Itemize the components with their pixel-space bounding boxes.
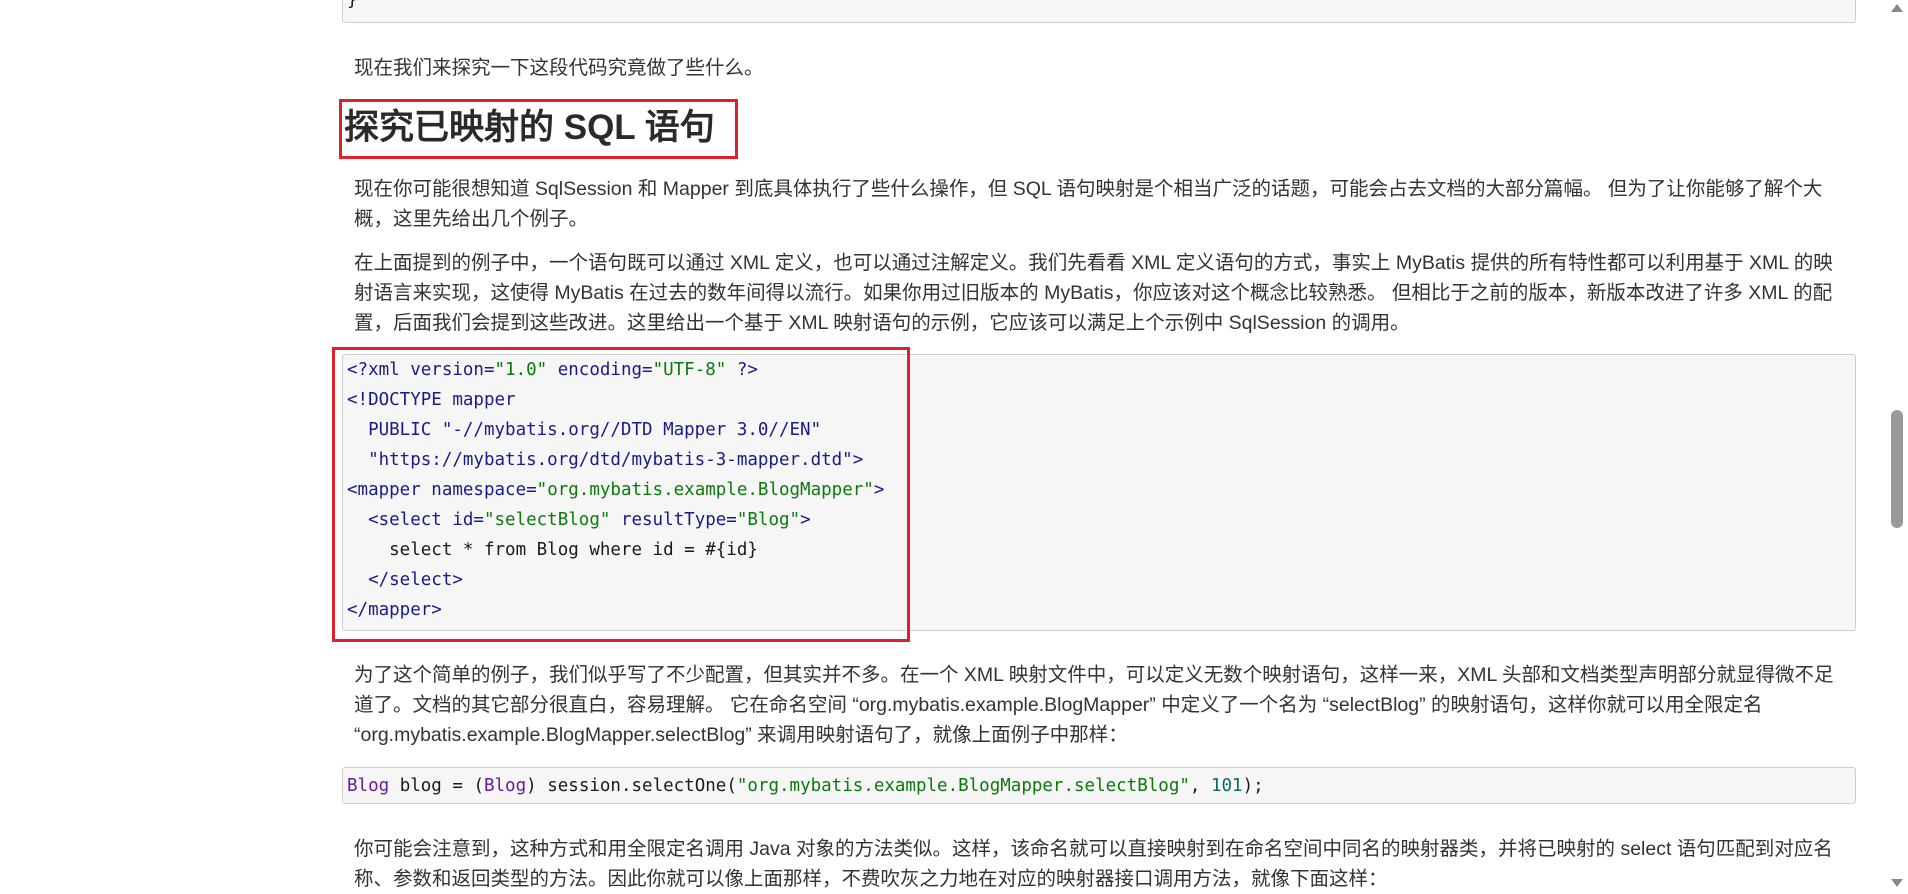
highlight-box-code: [332, 347, 910, 642]
paragraph-3: 为了这个简单的例子，我们似乎写了不少配置，但其实并不多。在一个 XML 映射文件…: [354, 664, 1834, 746]
scroll-down-arrow-icon[interactable]: [1891, 879, 1903, 887]
java-code-block: Blog blog = (Blog) session.selectOne("or…: [342, 767, 1856, 804]
code-block-previous: }: [342, 0, 1856, 23]
paragraph-2: 在上面提到的例子中，一个语句既可以通过 XML 定义，也可以通过注解定义。我们先…: [354, 252, 1833, 334]
vertical-scrollbar[interactable]: [1886, 0, 1908, 891]
code-text: }: [347, 0, 358, 10]
java-code-text: Blog blog = (Blog) session.selectOne("or…: [347, 776, 1264, 796]
paragraph-1: 现在你可能很想知道 SqlSession 和 Mapper 到底具体执行了些什么…: [354, 178, 1823, 230]
scroll-up-arrow-icon[interactable]: [1891, 4, 1903, 12]
paragraph-4: 你可能会注意到，这种方式和用全限定名调用 Java 对象的方法类似。这样，该命名…: [354, 838, 1833, 890]
scrollbar-thumb[interactable]: [1891, 410, 1903, 528]
intro-text: 现在我们来探究一下这段代码究竟做了些什么。: [354, 57, 764, 79]
highlight-box-heading: [339, 99, 738, 159]
